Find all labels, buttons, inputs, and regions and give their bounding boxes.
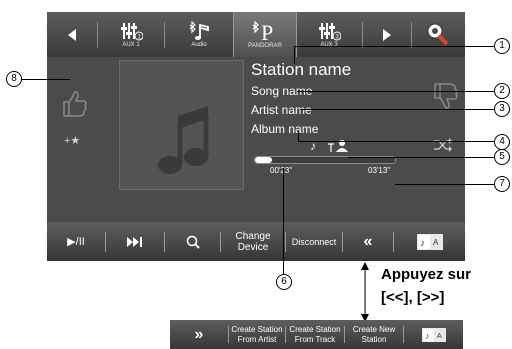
settings-button[interactable] xyxy=(412,12,465,57)
callout-8: 8 xyxy=(6,71,22,87)
progress-fill xyxy=(255,157,272,163)
alternate-control-bar: » Create Station From Artist Create Stat… xyxy=(170,320,463,349)
artist-name: Artist name xyxy=(251,103,312,117)
hint-line-2: [<<], [>>] xyxy=(381,289,445,306)
strip-display-mode-button[interactable]: ♪ A xyxy=(404,320,463,349)
disconnect-button[interactable]: Disconnect xyxy=(286,222,342,261)
pandora-tab[interactable]: P PANDORA® xyxy=(233,12,297,57)
svg-text:♪: ♪ xyxy=(425,331,430,341)
arrow-right-icon xyxy=(383,28,391,41)
aux3-label: AUX 3 xyxy=(320,42,338,48)
callout-1: 1 xyxy=(494,38,510,54)
total-time: 03'13" xyxy=(368,166,391,175)
pandora-label: PANDORA® xyxy=(248,43,282,49)
bookmark-star-icon[interactable]: +★ xyxy=(64,134,80,147)
play-pause-button[interactable]: ▶/II xyxy=(47,222,105,261)
display-mode-icon: ♪ A xyxy=(421,327,446,342)
hint-line-1: Appuyez sur xyxy=(381,266,472,283)
elapsed-time: 00'23" xyxy=(270,166,293,175)
callout-7: 7 xyxy=(494,176,510,192)
svg-text:♪: ♪ xyxy=(420,238,425,249)
page-forward-button[interactable]: » xyxy=(170,320,228,349)
callout-2: 2 xyxy=(494,83,510,99)
display-mode-button[interactable]: ♪ A xyxy=(394,222,465,261)
arrow-left-icon xyxy=(68,28,76,41)
aux-icon: 1 xyxy=(121,23,143,41)
aux-icon: 3 xyxy=(319,23,341,41)
create-station-from-track-button[interactable]: Create Station From Track xyxy=(286,320,344,349)
source-bar: 1 AUX 1 Audio P PANDORA® 3 AUX 3 xyxy=(47,12,465,57)
double-arrow-icon xyxy=(361,262,369,322)
album-artwork xyxy=(119,60,244,190)
pandora-icon: P xyxy=(252,20,273,42)
display-mode-icon: ♪ A xyxy=(416,233,443,250)
create-new-station-button[interactable]: Create New Station xyxy=(345,320,403,349)
search-button[interactable] xyxy=(165,222,220,261)
svg-text:A: A xyxy=(433,238,439,247)
callout-5: 5 xyxy=(494,149,510,165)
thumbs-down-icon[interactable] xyxy=(429,80,459,112)
audio-tab[interactable]: Audio xyxy=(165,12,233,57)
setup-icon xyxy=(427,23,448,45)
aux1-tab[interactable]: 1 AUX 1 xyxy=(98,12,164,57)
callout-4: 4 xyxy=(494,134,510,150)
svg-text:A: A xyxy=(437,333,442,340)
change-device-button[interactable]: Change Device xyxy=(221,222,285,261)
svg-text:P: P xyxy=(261,20,273,42)
station-name: Station name xyxy=(251,60,352,79)
audio-label: Audio xyxy=(191,42,207,48)
skip-next-icon xyxy=(127,236,142,247)
next-source-button[interactable] xyxy=(363,12,411,57)
music-note-icon xyxy=(158,106,209,174)
create-station-from-artist-button[interactable]: Create Station From Artist xyxy=(229,320,285,349)
pandora-screen: 1 AUX 1 Audio P PANDORA® 3 AUX 3 +★ Stat… xyxy=(47,12,465,261)
control-bar: ▶/II Change Device Disconnect « ♪ A xyxy=(47,222,465,261)
prev-source-button[interactable] xyxy=(47,12,97,57)
aux1-label: AUX 1 xyxy=(122,42,140,48)
next-track-button[interactable] xyxy=(106,222,164,261)
aux3-tab[interactable]: 3 AUX 3 xyxy=(296,12,362,57)
search-icon xyxy=(186,235,200,249)
callout-6: 6 xyxy=(276,274,292,290)
callout-3: 3 xyxy=(494,101,510,117)
thumbs-up-icon[interactable] xyxy=(58,88,88,120)
page-back-button[interactable]: « xyxy=(343,222,393,261)
album-name: Album name xyxy=(251,122,319,136)
bluetooth-audio-icon xyxy=(189,21,209,40)
